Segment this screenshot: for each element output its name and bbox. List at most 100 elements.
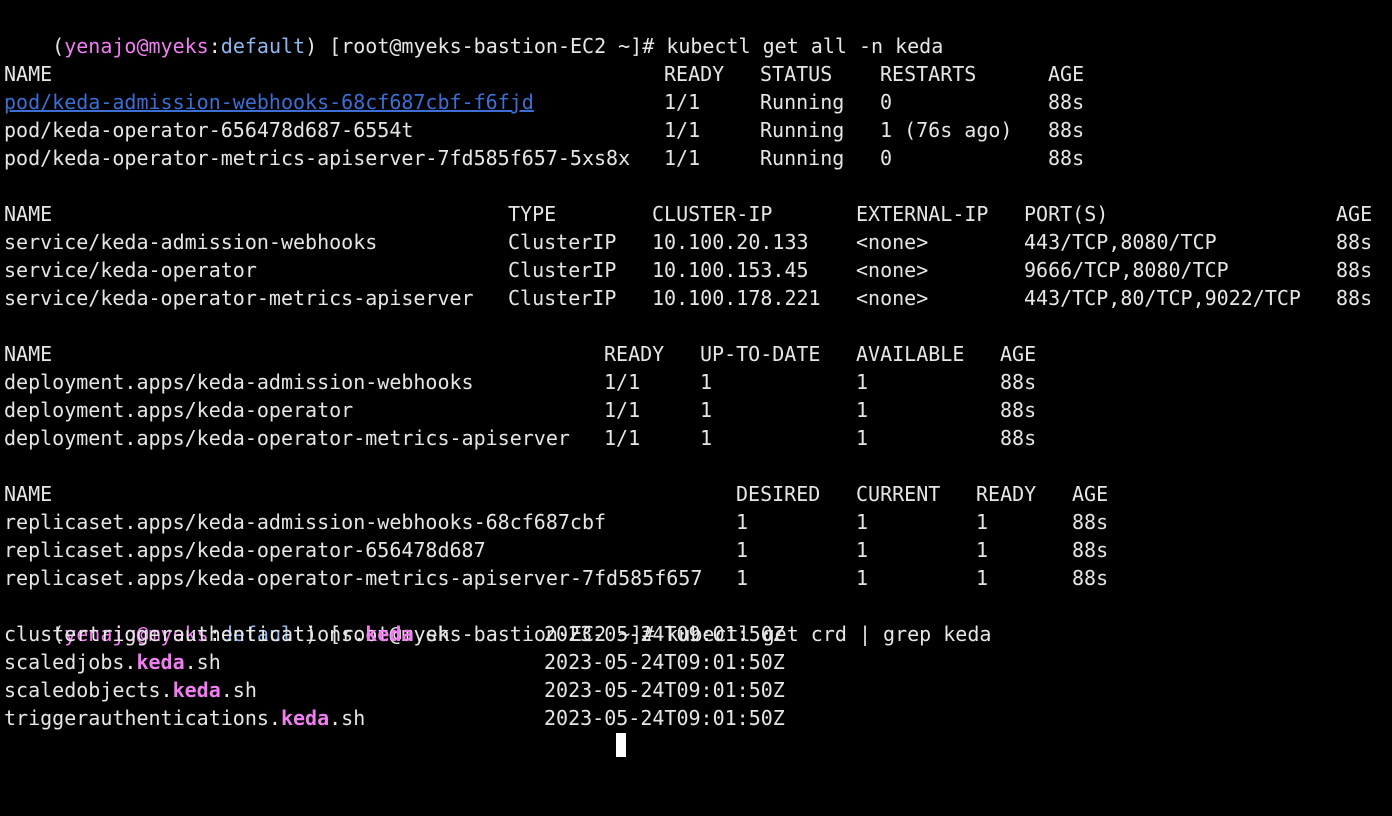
crd-name-suffix: .sh bbox=[220, 678, 257, 702]
table-cell: 88s bbox=[1072, 510, 1109, 534]
table-row: replicaset.apps/keda-operator-metrics-ap… bbox=[4, 564, 1392, 592]
table-cell: 1 bbox=[700, 398, 713, 422]
table-row: pod/keda-admission-webhooks-68cf687cbf-f… bbox=[4, 88, 1392, 116]
table-cell: 1 bbox=[856, 370, 869, 394]
table-cell: 2023-05-24T09:01:50Z bbox=[544, 622, 785, 646]
column-header: READY bbox=[664, 62, 725, 86]
column-header: PORT(S) bbox=[1024, 202, 1109, 226]
crd-name-suffix: .sh bbox=[184, 650, 221, 674]
table-cell: 1 bbox=[856, 566, 869, 590]
column-header: AGE bbox=[1048, 62, 1085, 86]
table-cell: <none> bbox=[856, 286, 929, 310]
table-row: clustertriggerauthentications.keda.sh 20… bbox=[4, 620, 1392, 648]
crd-name-prefix: scaledjobs. bbox=[4, 650, 137, 674]
column-header: READY bbox=[976, 482, 1037, 506]
column-header: NAME bbox=[4, 62, 53, 86]
crd-name-suffix: .sh bbox=[329, 706, 366, 730]
table-cell: 88s bbox=[1072, 538, 1109, 562]
table-cell: service/keda-admission-webhooks bbox=[4, 230, 378, 254]
table-header: NAME TYPE CLUSTER-IP EXTERNAL-IP PORT(S)… bbox=[4, 200, 1392, 228]
table-cell: 1 bbox=[856, 538, 869, 562]
column-header: READY bbox=[604, 342, 665, 366]
table-cell: 1 (76s ago) bbox=[880, 118, 1013, 142]
table-cell: 88s bbox=[1000, 426, 1037, 450]
table-row: deployment.apps/keda-operator 1/1 1 1 88… bbox=[4, 396, 1392, 424]
terminal-window[interactable]: (yenajo@myeks:default) [root@myeks-basti… bbox=[4, 4, 1392, 757]
table-cell: 2023-05-24T09:01:50Z bbox=[544, 678, 785, 702]
table-header: NAME DESIRED CURRENT READY AGE bbox=[4, 480, 1392, 508]
column-header: TYPE bbox=[508, 202, 557, 226]
crd-name: clustertriggerauthentications.keda.sh bbox=[4, 620, 450, 648]
table-cell: 1 bbox=[736, 538, 749, 562]
prompt-line-partial bbox=[4, 732, 1392, 760]
column-header: UP-TO-DATE bbox=[700, 342, 821, 366]
column-header: AGE bbox=[1336, 202, 1373, 226]
table-cell: 88s bbox=[1048, 118, 1085, 142]
table-cell: 1 bbox=[856, 510, 869, 534]
column-header: NAME bbox=[4, 482, 53, 506]
table-row: scaledobjects.keda.sh 2023-05-24T09:01:5… bbox=[4, 676, 1392, 704]
table-cell: replicaset.apps/keda-operator-metrics-ap… bbox=[4, 566, 703, 590]
table-row: pod/keda-operator-656478d687-6554t 1/1 R… bbox=[4, 116, 1392, 144]
table-cell: 9666/TCP,8080/TCP bbox=[1024, 258, 1229, 282]
text-cursor[interactable] bbox=[616, 732, 626, 760]
column-header: AGE bbox=[1000, 342, 1037, 366]
pod-link[interactable]: pod/keda-admission-webhooks-68cf687cbf-f… bbox=[4, 88, 534, 116]
table-cell: 1/1 bbox=[664, 118, 701, 142]
table-row: replicaset.apps/keda-operator-656478d687… bbox=[4, 536, 1392, 564]
table-cell: Running bbox=[760, 146, 845, 170]
table-cell: ClusterIP bbox=[508, 230, 617, 254]
grep-match: keda bbox=[365, 622, 414, 646]
table-cell: ClusterIP bbox=[508, 258, 617, 282]
column-header: EXTERNAL-IP bbox=[856, 202, 989, 226]
table-cell: ClusterIP bbox=[508, 286, 617, 310]
table-cell: 2023-05-24T09:01:50Z bbox=[544, 650, 785, 674]
table-cell: replicaset.apps/keda-admission-webhooks-… bbox=[4, 510, 607, 534]
table-row: scaledjobs.keda.sh 2023-05-24T09:01:50Z bbox=[4, 648, 1392, 676]
table-cell: 1 bbox=[856, 426, 869, 450]
table-cell: pod/keda-operator-metrics-apiserver-7fd5… bbox=[4, 146, 631, 170]
grep-match: keda bbox=[172, 678, 221, 702]
table-cell: 2023-05-24T09:01:50Z bbox=[544, 706, 785, 730]
table-cell: <none> bbox=[856, 258, 929, 282]
table-row: triggerauthentications.keda.sh 2023-05-2… bbox=[4, 704, 1392, 732]
table-cell: 0 bbox=[880, 90, 893, 114]
table-cell: 1 bbox=[736, 510, 749, 534]
table-cell: deployment.apps/keda-operator bbox=[4, 398, 354, 422]
table-cell: 10.100.153.45 bbox=[652, 258, 809, 282]
table-cell: 88s bbox=[1048, 90, 1085, 114]
table-cell: 443/TCP,8080/TCP bbox=[1024, 230, 1217, 254]
column-header: CURRENT bbox=[856, 482, 941, 506]
column-header: DESIRED bbox=[736, 482, 821, 506]
column-header: STATUS bbox=[760, 62, 833, 86]
crd-name: scaledobjects.keda.sh bbox=[4, 676, 257, 704]
table-cell: Running bbox=[760, 118, 845, 142]
table-row: service/keda-operator ClusterIP 10.100.1… bbox=[4, 256, 1392, 284]
table-cell: 1 bbox=[856, 398, 869, 422]
column-header: NAME bbox=[4, 342, 53, 366]
table-cell: 88s bbox=[1048, 146, 1085, 170]
table-cell: replicaset.apps/keda-operator-656478d687 bbox=[4, 538, 486, 562]
crd-name-prefix: scaledobjects. bbox=[4, 678, 173, 702]
table-cell: 88s bbox=[1336, 258, 1373, 282]
table-cell: 88s bbox=[1336, 230, 1373, 254]
table-cell: Running bbox=[760, 90, 845, 114]
column-header: RESTARTS bbox=[880, 62, 977, 86]
table-cell: 443/TCP,80/TCP,9022/TCP bbox=[1024, 286, 1301, 310]
table-cell: 88s bbox=[1000, 398, 1037, 422]
table-cell: 88s bbox=[1072, 566, 1109, 590]
table-cell: 1 bbox=[700, 426, 713, 450]
table-cell: 0 bbox=[880, 146, 893, 170]
table-cell: 1/1 bbox=[664, 146, 701, 170]
table-cell: pod/keda-operator-656478d687-6554t bbox=[4, 118, 414, 142]
table-cell: 1 bbox=[700, 370, 713, 394]
prompt-line: (yenajo@myeks:default) [root@myeks-basti… bbox=[4, 4, 1392, 58]
table-cell: 10.100.20.133 bbox=[652, 230, 809, 254]
column-header: NAME bbox=[4, 202, 53, 226]
crd-name-prefix: triggerauthentications. bbox=[4, 706, 281, 730]
table-cell: 1 bbox=[976, 538, 989, 562]
crd-name-suffix: .sh bbox=[413, 622, 450, 646]
